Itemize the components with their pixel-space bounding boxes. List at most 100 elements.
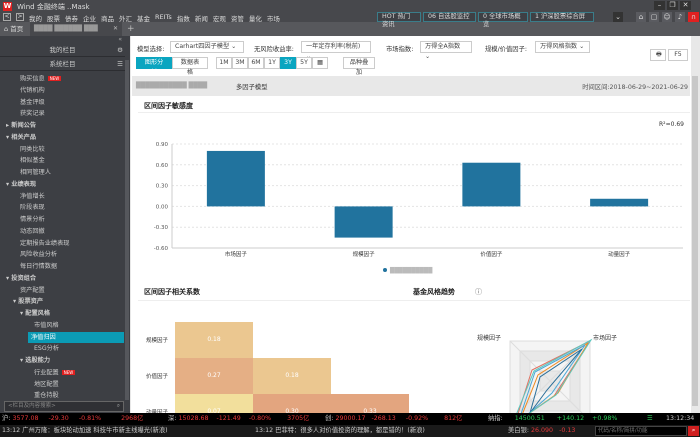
sidebar-item[interactable]: ▾ 相关产品 bbox=[0, 132, 124, 143]
back-icon[interactable]: < bbox=[3, 13, 11, 21]
restore-button[interactable]: ❐ bbox=[667, 1, 678, 10]
heatmap-cell[interactable]: 0.18 bbox=[253, 358, 331, 394]
sidebar-item[interactable]: ▾ 选股能力 bbox=[0, 355, 124, 366]
sidebar-item[interactable]: 市值风格 bbox=[0, 320, 124, 331]
ticker-nasdaq[interactable]: 纳指: 14500.51 +140.12 +0.98% bbox=[488, 413, 617, 425]
sidebar-item[interactable]: 净值归因 bbox=[28, 331, 124, 343]
sidebar-item-label: 购买信息 bbox=[20, 75, 45, 83]
bar[interactable] bbox=[590, 198, 649, 207]
close-button[interactable]: ✕ bbox=[680, 1, 691, 10]
sidebar-item[interactable]: 每日行情数据 bbox=[0, 261, 124, 272]
search-icon[interactable]: ⌕ bbox=[688, 426, 699, 436]
sidebar-item[interactable]: 相似基金 bbox=[0, 155, 124, 166]
sidebar-item[interactable]: 资产配置 bbox=[0, 285, 124, 296]
sidebar-item[interactable]: 相同管理人 bbox=[0, 167, 124, 178]
style-radar-chart bbox=[509, 338, 593, 413]
my-columns-header[interactable]: 我的栏目 ⚙ bbox=[0, 44, 125, 57]
overlay-button[interactable]: 品种叠加 bbox=[343, 57, 375, 76]
sidebar-item-label: ▾ 相关产品 bbox=[6, 133, 37, 141]
sidebar-item[interactable]: 动态回撤 bbox=[0, 226, 124, 237]
ticker-silver[interactable]: 美白银: 26.090 -0.13 bbox=[508, 425, 575, 437]
ticker-sh[interactable]: 沪: 3577.08 -29.30 -0.81% 2968亿 bbox=[2, 413, 143, 425]
tab-home[interactable]: ⌂ 首页 bbox=[0, 22, 30, 36]
tab-close-icon[interactable]: ✕ bbox=[113, 22, 118, 36]
news-item[interactable]: 13:12 巴菲特：很多人对价值投资的理解，都是错的！(新浪) bbox=[255, 425, 425, 437]
period-button[interactable]: 5Y bbox=[296, 57, 312, 69]
view-tab[interactable]: 数据表格 bbox=[172, 57, 208, 76]
sidebar-item[interactable]: 阶段表现 bbox=[0, 202, 124, 213]
period-button[interactable]: 3Y bbox=[280, 57, 296, 69]
search-icon[interactable]: ⌕ bbox=[117, 402, 120, 411]
model-type: 多因子模型 bbox=[236, 84, 268, 91]
bell-icon[interactable]: ♪ bbox=[675, 12, 685, 22]
period-button[interactable]: 3M bbox=[232, 57, 248, 69]
news-item[interactable]: 13:12 广州万隆：板块轮动加速 科技牛市新主线曝光(新浪) bbox=[2, 425, 168, 437]
collapse-sidebar-icon[interactable]: « bbox=[118, 36, 122, 43]
bar[interactable] bbox=[334, 206, 393, 238]
help-icon[interactable]: ⓘ bbox=[475, 287, 482, 297]
period-button[interactable]: 1Y bbox=[264, 57, 280, 69]
print-button[interactable]: 🖶 bbox=[650, 49, 666, 61]
sidebar-item[interactable]: 净值增长 bbox=[0, 191, 124, 202]
heatmap-cell[interactable]: 0.27 bbox=[175, 358, 253, 394]
sidebar-search-input[interactable]: <栏目及内容搜索> ⌕ bbox=[4, 401, 124, 412]
forward-icon[interactable]: > bbox=[16, 13, 24, 21]
heatmap-cell[interactable]: 0.18 bbox=[175, 322, 253, 358]
code-search-input[interactable]: 代码/名称/简拼/功能 bbox=[595, 426, 687, 436]
sidebar-item[interactable]: 地区配置 bbox=[0, 379, 124, 390]
hot-button[interactable]: 06 自选股监控 bbox=[423, 12, 476, 22]
period-button[interactable]: ▦ bbox=[312, 57, 328, 69]
layout-icon[interactable]: ☰ bbox=[647, 413, 653, 425]
heatmap-cell[interactable]: 0.07 bbox=[175, 394, 253, 413]
sidebar-item[interactable]: ▸ 新闻公告 bbox=[0, 120, 124, 131]
hot-button[interactable]: 1 沪深股票综合屏 bbox=[530, 12, 594, 22]
sidebar-item[interactable]: 基金评级 bbox=[0, 97, 124, 108]
sidebar-item[interactable]: 风险收益分析 bbox=[0, 249, 124, 260]
tab-fund[interactable]: ████ ██████ ███ ✕ bbox=[30, 22, 122, 36]
riskfree-select[interactable]: 一年定存利率(税前) ⌄ bbox=[301, 41, 371, 60]
minimize-button[interactable]: – bbox=[654, 1, 665, 10]
sidebar-item[interactable]: 购买信息 NEW bbox=[0, 73, 124, 84]
sv-factor-select[interactable]: 万得风格指数 ⌄ bbox=[535, 41, 590, 53]
view-tab[interactable]: 图形分析 bbox=[136, 57, 172, 76]
sidebar-item[interactable]: 获奖记录 bbox=[0, 108, 124, 119]
sidebar-item[interactable]: 定期报告业绩表现 bbox=[0, 238, 124, 249]
sidebar-item[interactable]: 情景分析 bbox=[0, 214, 124, 225]
sidebar-item[interactable]: 代销机构 bbox=[0, 85, 124, 96]
main-scrollbar-thumb[interactable] bbox=[692, 76, 698, 406]
period-button[interactable]: 1M bbox=[216, 57, 232, 69]
sidebar-item[interactable]: ▾ 配置风格 bbox=[0, 308, 124, 319]
correlation-title: 区间因子相关系数 bbox=[144, 288, 200, 296]
headset-icon[interactable]: ∩ bbox=[688, 12, 699, 22]
sidebar-item[interactable]: 重仓持股 bbox=[0, 390, 124, 401]
hot-button[interactable]: HOT 热门资讯 bbox=[377, 12, 421, 28]
heatmap-cell[interactable]: 0.33 bbox=[331, 394, 409, 413]
add-tab-button[interactable]: + bbox=[127, 24, 135, 34]
chat-icon[interactable]: ☺ bbox=[662, 12, 672, 22]
bar[interactable] bbox=[206, 150, 265, 207]
index-select[interactable]: 万得全A指数 ⌄ bbox=[420, 41, 472, 60]
window-icon[interactable]: ▢ bbox=[649, 12, 659, 22]
filter-icon[interactable]: ☰ bbox=[117, 58, 123, 71]
sidebar-item[interactable]: 行业配置 NEW bbox=[0, 367, 124, 378]
period-button[interactable]: 6M bbox=[248, 57, 264, 69]
hot-button[interactable]: 0 全球市场概览 bbox=[478, 12, 528, 28]
model-select[interactable]: Carhart四因子模型 ⌄ bbox=[170, 41, 244, 53]
bar[interactable] bbox=[462, 162, 521, 207]
f5-button[interactable]: F5 bbox=[668, 49, 688, 61]
sidebar-item[interactable]: ▾ 业绩表现 bbox=[0, 179, 124, 190]
sidebar-item[interactable]: ▾ 股票资产 bbox=[0, 296, 124, 307]
ticker-cy[interactable]: 创: 29000.17 -268.13 -0.92% 812亿 bbox=[325, 413, 462, 425]
sidebar-scrollbar[interactable] bbox=[125, 60, 129, 400]
heatmap-cell[interactable]: 0.30 bbox=[253, 394, 331, 413]
system-columns-header[interactable]: 系统栏目 ☰ bbox=[0, 58, 125, 71]
sidebar-item[interactable]: 同类比较 bbox=[0, 144, 124, 155]
sidebar-item[interactable]: ▾ 投资组合 bbox=[0, 273, 124, 284]
chevron-down-icon[interactable]: ⌄ bbox=[613, 12, 623, 22]
sidebar-item[interactable]: ESG分析 bbox=[0, 343, 124, 354]
ticker-sz[interactable]: 深: 15028.68 -121.49 -0.80% 3705亿 bbox=[168, 413, 309, 425]
sidebar-item-label: 同类比较 bbox=[20, 145, 45, 153]
sidebar-item-label: 动态回撤 bbox=[20, 227, 45, 235]
gear-icon[interactable]: ⚙ bbox=[117, 44, 123, 57]
home-icon[interactable]: ⌂ bbox=[636, 12, 646, 22]
